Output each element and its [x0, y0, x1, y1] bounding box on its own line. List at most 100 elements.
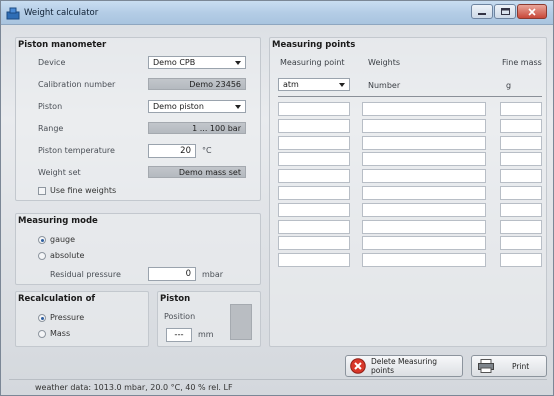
close-button[interactable] [517, 4, 547, 19]
app-icon [6, 7, 20, 20]
temperature-unit: °C [202, 146, 212, 155]
unit-value: atm [283, 80, 299, 89]
chevron-down-icon [235, 61, 241, 65]
chevron-down-icon [235, 105, 241, 109]
fine-mass-input[interactable] [500, 219, 542, 234]
use-fine-weights-checkbox[interactable] [38, 187, 46, 195]
weight-set-label: Weight set [38, 168, 81, 177]
measuring-point-input[interactable] [278, 152, 350, 167]
position-unit: mm [198, 330, 214, 339]
range-label: Range [38, 124, 64, 133]
fine-mass-subheader: g [506, 81, 512, 90]
piston-manometer-panel: Piston manometer Device Demo CPB Calibra… [15, 37, 261, 201]
measuring-point-input[interactable] [278, 102, 350, 116]
maximize-icon [500, 8, 510, 15]
panel-title: Piston manometer [18, 40, 107, 50]
calibration-label: Calibration number [38, 80, 116, 89]
absolute-label: absolute [50, 251, 85, 260]
close-icon [528, 7, 536, 16]
weights-input[interactable] [362, 169, 486, 184]
print-label: Print [512, 361, 530, 371]
mass-label: Mass [50, 329, 71, 338]
measuring-point-input[interactable] [278, 202, 350, 217]
panel-title: Measuring mode [18, 216, 98, 226]
measuring-points-panel: Measuring points Measuring point Weights… [269, 37, 547, 347]
weights-input[interactable] [362, 135, 486, 150]
measuring-point-input[interactable] [278, 135, 350, 150]
minimize-button[interactable] [471, 4, 493, 19]
device-value: Demo CPB [153, 58, 196, 67]
piston-label: Piston [38, 102, 63, 111]
calibration-value: Demo 23456 [148, 78, 246, 90]
fine-mass-input[interactable] [500, 102, 542, 116]
weights-input[interactable] [362, 236, 486, 251]
fine-mass-input[interactable] [500, 169, 542, 184]
gauge-radio[interactable] [38, 236, 46, 244]
residual-pressure-input[interactable]: 0 [148, 267, 196, 281]
delete-icon [350, 358, 366, 374]
position-label: Position [164, 312, 196, 321]
weights-input[interactable] [362, 202, 486, 217]
recalculation-panel: Recalculation of Pressure Mass [15, 291, 149, 347]
pressure-radio[interactable] [38, 314, 46, 322]
gauge-label: gauge [50, 235, 76, 244]
header-divider [278, 96, 542, 97]
panel-title: Piston [160, 294, 191, 304]
piston-select[interactable]: Demo piston [148, 100, 246, 113]
pressure-label: Pressure [50, 313, 85, 322]
col-fine-mass: Fine mass [502, 58, 542, 67]
title-bar: Weight calculator [1, 1, 553, 25]
measuring-point-input[interactable] [278, 236, 350, 251]
fine-mass-input[interactable] [500, 118, 542, 133]
window-title: Weight calculator [24, 8, 99, 18]
piston-position-panel: Piston Position --- mm [157, 291, 261, 347]
printer-icon [478, 359, 494, 373]
fine-mass-input[interactable] [500, 186, 542, 200]
delete-measuring-points-button[interactable]: Delete Measuring points [345, 355, 463, 377]
use-fine-weights-label: Use fine weights [50, 186, 117, 195]
col-measuring-point: Measuring point [280, 58, 345, 67]
device-select[interactable]: Demo CPB [148, 56, 246, 69]
status-bar: weather data: 1013.0 mbar, 20.0 °C, 40 %… [9, 379, 547, 393]
measuring-point-input[interactable] [278, 169, 350, 184]
absolute-radio[interactable] [38, 252, 46, 260]
weights-input[interactable] [362, 118, 486, 133]
minimize-icon [478, 12, 486, 15]
delete-label: Delete Measuring points [370, 357, 437, 375]
panel-title: Recalculation of [18, 294, 96, 304]
mass-radio[interactable] [38, 330, 46, 338]
weights-subheader: Number [368, 81, 401, 90]
fine-mass-input[interactable] [500, 135, 542, 150]
fine-mass-input[interactable] [500, 202, 542, 217]
unit-select[interactable]: atm [278, 78, 350, 91]
status-text: weather data: 1013.0 mbar, 20.0 °C, 40 %… [35, 383, 233, 392]
weights-input[interactable] [362, 219, 486, 234]
weights-input[interactable] [362, 186, 486, 200]
col-weights: Weights [368, 58, 401, 67]
position-value: --- [166, 328, 192, 342]
fine-mass-input[interactable] [500, 152, 542, 167]
panel-title: Measuring points [272, 40, 356, 50]
measuring-point-input[interactable] [278, 253, 350, 268]
residual-pressure-unit: mbar [202, 270, 224, 279]
measuring-point-input[interactable] [278, 186, 350, 200]
fine-mass-input[interactable] [500, 253, 542, 268]
temperature-label: Piston temperature [38, 146, 115, 155]
piston-position-indicator [230, 304, 252, 340]
print-button[interactable]: Print [471, 355, 547, 377]
residual-pressure-label: Residual pressure [50, 270, 121, 279]
weight-calculator-window: Weight calculator Piston manometer Devic… [0, 0, 554, 396]
weights-input[interactable] [362, 152, 486, 167]
temperature-input[interactable]: 20 [148, 144, 196, 158]
weight-set-value: Demo mass set [148, 166, 246, 178]
weights-input[interactable] [362, 102, 486, 116]
measuring-mode-panel: Measuring mode gauge absolute Residual p… [15, 213, 261, 285]
measuring-point-input[interactable] [278, 118, 350, 133]
fine-mass-input[interactable] [500, 236, 542, 251]
range-value: 1 ... 100 bar [148, 122, 246, 134]
piston-value: Demo piston [153, 102, 204, 111]
measuring-point-input[interactable] [278, 219, 350, 234]
chevron-down-icon [339, 83, 345, 87]
weights-input[interactable] [362, 253, 486, 268]
maximize-button[interactable] [494, 4, 516, 19]
